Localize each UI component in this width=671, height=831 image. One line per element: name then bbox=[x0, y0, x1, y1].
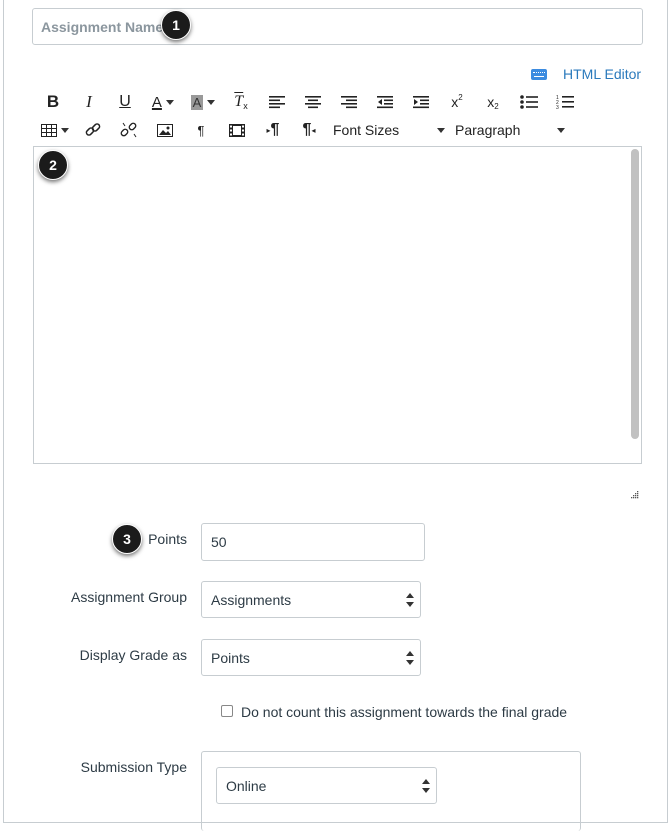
points-value: 50 bbox=[211, 534, 227, 550]
show-blocks-icon[interactable]: ¶ bbox=[183, 117, 219, 143]
assignment-group-label: Assignment Group bbox=[71, 589, 187, 605]
editor-toolbar-row-2: ¶ ▸ ¶ ¶ ◂ Font Sizes Paragraph bbox=[35, 117, 565, 143]
select-arrows-icon bbox=[406, 650, 414, 665]
assignment-group-select[interactable]: Assignments bbox=[201, 581, 421, 618]
image-icon[interactable] bbox=[147, 117, 183, 143]
table-icon[interactable] bbox=[35, 117, 75, 143]
italic-icon[interactable]: I bbox=[71, 89, 107, 115]
points-label: Points bbox=[148, 531, 187, 547]
resize-handle-icon[interactable] bbox=[629, 490, 639, 499]
display-grade-value: Points bbox=[211, 649, 250, 666]
submission-type-select[interactable]: Online bbox=[216, 767, 437, 804]
display-grade-label: Display Grade as bbox=[79, 647, 187, 663]
link-icon[interactable] bbox=[75, 117, 111, 143]
align-left-icon[interactable] bbox=[259, 89, 295, 115]
final-grade-checkbox[interactable] bbox=[221, 705, 233, 717]
subscript-icon[interactable]: x2 bbox=[475, 89, 511, 115]
final-grade-checkbox-label[interactable]: Do not count this assignment towards the… bbox=[241, 704, 567, 720]
assignment-group-value: Assignments bbox=[211, 591, 292, 608]
media-icon[interactable] bbox=[219, 117, 255, 143]
rtl-icon[interactable]: ¶ ◂ bbox=[291, 117, 327, 143]
callout-badge-1: 1 bbox=[161, 10, 191, 40]
underline-icon[interactable]: U bbox=[107, 89, 143, 115]
indent-icon[interactable] bbox=[403, 89, 439, 115]
svg-text:3: 3 bbox=[556, 105, 559, 110]
display-grade-select[interactable]: Points bbox=[201, 639, 421, 676]
assignment-name-input[interactable] bbox=[32, 8, 643, 45]
callout-badge-3: 3 bbox=[112, 524, 142, 554]
bold-icon[interactable]: B bbox=[35, 89, 71, 115]
editor-toolbar-row-1: B I U A A Tx x2 x2 123 bbox=[35, 89, 583, 115]
numbered-list-icon[interactable]: 123 bbox=[547, 89, 583, 115]
background-color-icon[interactable]: A bbox=[183, 89, 223, 115]
keyboard-icon bbox=[531, 68, 547, 80]
points-input[interactable]: 50 bbox=[201, 523, 425, 561]
submission-type-label: Submission Type bbox=[80, 759, 187, 775]
ltr-icon[interactable]: ▸ ¶ bbox=[255, 117, 291, 143]
font-sizes-dropdown[interactable]: Font Sizes bbox=[333, 122, 455, 138]
text-color-icon[interactable]: A bbox=[143, 89, 183, 115]
font-sizes-label: Font Sizes bbox=[333, 122, 400, 138]
callout-badge-2: 2 bbox=[38, 150, 68, 180]
html-editor-label: HTML Editor bbox=[563, 66, 642, 82]
select-arrows-icon bbox=[406, 592, 414, 607]
bullet-list-icon[interactable] bbox=[511, 89, 547, 115]
rich-text-editor-area[interactable] bbox=[33, 146, 642, 464]
submission-type-value: Online bbox=[226, 777, 267, 794]
paragraph-dropdown[interactable]: Paragraph bbox=[455, 122, 565, 138]
unlink-icon[interactable] bbox=[111, 117, 147, 143]
clear-formatting-icon[interactable]: Tx bbox=[223, 89, 259, 115]
align-center-icon[interactable] bbox=[295, 89, 331, 115]
align-right-icon[interactable] bbox=[331, 89, 367, 115]
outdent-icon[interactable] bbox=[367, 89, 403, 115]
editor-scrollbar[interactable] bbox=[631, 149, 639, 439]
select-arrows-icon bbox=[422, 778, 430, 793]
html-editor-link[interactable]: HTML Editor bbox=[531, 66, 641, 82]
paragraph-label: Paragraph bbox=[455, 122, 521, 138]
superscript-icon[interactable]: x2 bbox=[439, 89, 475, 115]
